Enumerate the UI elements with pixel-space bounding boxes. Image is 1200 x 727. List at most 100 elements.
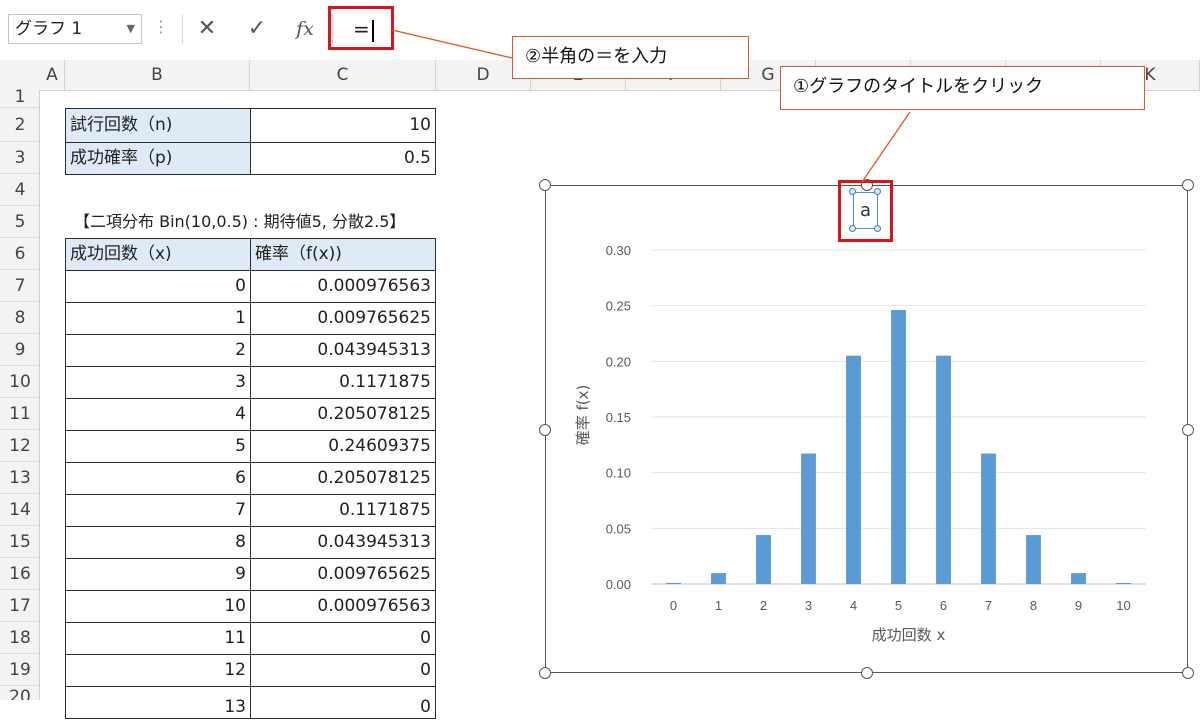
- row-header[interactable]: 14: [0, 494, 40, 526]
- row-header[interactable]: 10: [0, 366, 40, 398]
- resize-handle[interactable]: [1182, 179, 1194, 191]
- resize-handle[interactable]: [861, 667, 873, 679]
- table-cell-x[interactable]: 10: [65, 590, 251, 623]
- bar: [666, 582, 681, 584]
- table-cell-fx[interactable]: 0.205078125: [250, 462, 436, 495]
- insert-function-icon[interactable]: fx: [285, 14, 325, 44]
- resize-handle[interactable]: [1182, 424, 1194, 436]
- table-cell-x[interactable]: 7: [65, 494, 251, 527]
- row-header[interactable]: 17: [0, 590, 40, 622]
- bar: [981, 453, 996, 584]
- y-tick-label: 0.05: [606, 521, 631, 536]
- row-header[interactable]: 13: [0, 462, 40, 494]
- row-header[interactable]: 1: [0, 89, 40, 108]
- table-cell-fx[interactable]: 0.009765625: [250, 302, 436, 335]
- table-header[interactable]: 確率（f(x)): [250, 238, 436, 271]
- table-cell-fx[interactable]: 0: [250, 622, 436, 655]
- param-label[interactable]: 成功確率（p): [65, 142, 251, 175]
- highlight-formula-box: [328, 6, 394, 50]
- x-tick-label: 7: [985, 598, 992, 613]
- table-cell-x[interactable]: 6: [65, 462, 251, 495]
- x-tick-label: 3: [805, 598, 812, 613]
- enter-icon[interactable]: ✓: [237, 14, 277, 44]
- param-value[interactable]: 0.5: [250, 142, 436, 175]
- y-tick-label: 0.20: [606, 354, 631, 369]
- bar: [1026, 535, 1041, 584]
- column-header[interactable]: A: [40, 60, 65, 90]
- table-cell-x[interactable]: 9: [65, 558, 251, 591]
- bar: [846, 355, 861, 584]
- resize-handle[interactable]: [539, 179, 551, 191]
- y-tick-label: 0.30: [606, 243, 631, 258]
- name-box-value: グラフ 1: [15, 19, 83, 39]
- row-header[interactable]: 3: [0, 142, 40, 174]
- table-cell-x[interactable]: 3: [65, 366, 251, 399]
- table-cell-fx[interactable]: 0.000976563: [250, 270, 436, 303]
- row-header-column: 1 2 3 4 5 6 7 8 9 10 11 12 13 14 15 16 1…: [0, 89, 40, 700]
- y-tick-label: 0.15: [606, 410, 631, 425]
- table-cell-x[interactable]: 13: [65, 686, 251, 719]
- chevron-down-icon[interactable]: ▼: [127, 15, 135, 43]
- x-tick-label: 2: [760, 598, 767, 613]
- cancel-icon[interactable]: ✕: [187, 14, 227, 44]
- y-axis-title: 確率 f(x): [574, 385, 592, 446]
- table-cell-fx[interactable]: 0: [250, 686, 436, 719]
- bar: [936, 355, 951, 584]
- resize-handle[interactable]: [1182, 667, 1194, 679]
- row-header[interactable]: 8: [0, 302, 40, 334]
- more-options-icon[interactable]: ⋮: [153, 17, 169, 36]
- table-cell-fx[interactable]: 0.043945313: [250, 334, 436, 367]
- row-header[interactable]: 18: [0, 622, 40, 654]
- x-axis-title: 成功回数 x: [872, 626, 946, 644]
- row-header[interactable]: 12: [0, 430, 40, 462]
- table-cell-fx[interactable]: 0.1171875: [250, 366, 436, 399]
- row-header[interactable]: 5: [0, 206, 40, 238]
- row-header[interactable]: 20: [0, 686, 40, 700]
- callout-formula-note: ②半角の＝を入力: [512, 36, 749, 79]
- table-cell-fx[interactable]: 0.205078125: [250, 398, 436, 431]
- row-header[interactable]: 15: [0, 526, 40, 558]
- bar: [801, 453, 816, 584]
- x-tick-label: 5: [895, 598, 902, 613]
- name-box[interactable]: グラフ 1 ▼: [8, 14, 142, 44]
- row-header[interactable]: 19: [0, 654, 40, 686]
- table-cell-x[interactable]: 8: [65, 526, 251, 559]
- chart-area[interactable]: 0.00 0.05 0.10 0.15 0.20 0.25 0.30 0 1 2 3 4 5 6 7 8 9 10…: [545, 185, 1188, 673]
- resize-handle[interactable]: [539, 667, 551, 679]
- table-cell-x[interactable]: 5: [65, 430, 251, 463]
- row-header[interactable]: 2: [0, 108, 40, 142]
- row-header[interactable]: 4: [0, 174, 40, 206]
- table-cell-fx[interactable]: 0.043945313: [250, 526, 436, 559]
- row-header[interactable]: 16: [0, 558, 40, 590]
- highlight-chart-title: [838, 180, 893, 242]
- table-cell-x[interactable]: 11: [65, 622, 251, 655]
- param-label[interactable]: 試行回数（n): [65, 108, 251, 143]
- row-header[interactable]: 6: [0, 238, 40, 270]
- table-cell-x[interactable]: 4: [65, 398, 251, 431]
- bar: [891, 310, 906, 584]
- table-cell-fx[interactable]: 0.009765625: [250, 558, 436, 591]
- table-cell-fx[interactable]: 0: [250, 654, 436, 687]
- row-header[interactable]: 7: [0, 270, 40, 302]
- column-header[interactable]: C: [250, 60, 436, 90]
- table-cell-fx[interactable]: 0.000976563: [250, 590, 436, 623]
- x-tick-label: 4: [850, 598, 857, 613]
- formula-buttons: ✕ ✓ fx: [182, 14, 329, 44]
- x-tick-label: 0: [670, 598, 677, 613]
- row-header[interactable]: 11: [0, 398, 40, 430]
- table-cell-x[interactable]: 1: [65, 302, 251, 335]
- bar: [711, 573, 726, 584]
- bar: [1071, 573, 1086, 584]
- table-cell-x[interactable]: 2: [65, 334, 251, 367]
- table-cell-fx[interactable]: 0.24609375: [250, 430, 436, 463]
- table-cell-fx[interactable]: 0.1171875: [250, 494, 436, 527]
- table-cell-x[interactable]: 0: [65, 270, 251, 303]
- param-value[interactable]: 10: [250, 108, 436, 143]
- column-header[interactable]: B: [65, 60, 250, 90]
- row-header[interactable]: 9: [0, 334, 40, 366]
- table-cell-x[interactable]: 12: [65, 654, 251, 687]
- table-header[interactable]: 成功回数（x): [65, 238, 251, 271]
- resize-handle[interactable]: [539, 424, 551, 436]
- formula-input[interactable]: =: [332, 14, 1200, 44]
- table-caption[interactable]: 【二項分布 Bin(10,0.5) : 期待値5, 分散2.5】: [70, 206, 409, 238]
